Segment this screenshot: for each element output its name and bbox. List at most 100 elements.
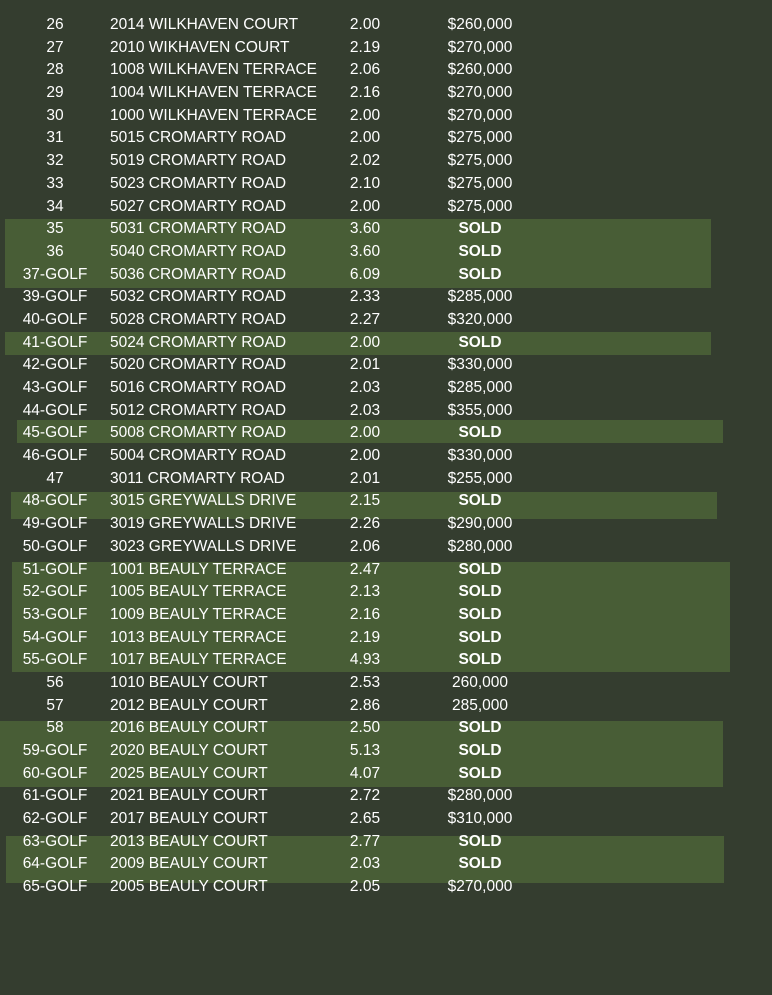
lot-acres: 2.00 [349,106,381,124]
table-row: 58 2016 BEAULY COURT 2.50 SOLD [0,717,772,740]
lot-price: SOLD [458,220,502,238]
lot-acres: 3.60 [349,242,381,260]
lot-number: 26 [46,16,64,33]
lot-address: 5004 CROMARTY ROAD [110,447,287,465]
lot-price: 285,000 [451,696,509,714]
lot-acres: 2.06 [349,537,381,555]
lot-address: 2014 WILKHAVEN COURT [110,16,299,33]
lot-acres: 2.01 [349,356,381,374]
table-row: 56 1010 BEAULY COURT 2.53 260,000 [0,672,772,695]
lot-acres: 2.03 [349,855,381,873]
table-row: 31 5015 CROMARTY ROAD 2.00 $275,000 [0,127,772,150]
lot-address: 2013 BEAULY COURT [110,832,268,850]
lot-address: 2016 BEAULY COURT [110,719,268,737]
lot-address: 3019 GREYWALLS DRIVE [110,515,297,533]
lot-price: SOLD [458,492,502,510]
lot-price: $275,000 [447,152,513,170]
lot-price: $260,000 [447,16,513,33]
lot-number: 39-GOLF [22,288,88,306]
lot-acres: 2.00 [349,197,381,215]
lot-price: $260,000 [447,61,513,79]
table-row: 55-GOLF 1017 BEAULY TERRACE 4.93 SOLD [0,649,772,672]
lot-address: 2009 BEAULY COURT [110,855,268,873]
lot-acres: 2.03 [349,379,381,396]
table-row: 46-GOLF 5004 CROMARTY ROAD 2.00 $330,000 [0,445,772,468]
lot-address: 1013 BEAULY TERRACE [110,628,287,646]
table-row: 29 1004 WILKHAVEN TERRACE 2.16 $270,000 [0,82,772,105]
lot-number: 30 [46,106,64,124]
lot-price: SOLD [458,605,502,623]
lot-acres: 3.60 [349,220,381,238]
lot-number: 58 [46,719,64,737]
lot-acres: 2.33 [349,288,381,306]
lot-price: $285,000 [447,288,513,306]
lot-acres: 2.06 [349,61,381,79]
lot-acres: 2.02 [349,152,381,170]
lot-price: $330,000 [447,356,513,374]
lot-price: SOLD [458,265,502,283]
lot-acres: 2.00 [349,447,381,465]
lot-price: $280,000 [447,787,513,805]
lot-price: $255,000 [447,469,513,487]
table-row: 43-GOLF 5016 CROMARTY ROAD 2.03 $285,000 [0,377,772,400]
lot-number: 65-GOLF [22,878,88,896]
lot-address: 2005 BEAULY COURT [110,878,268,896]
lot-number: 64-GOLF [22,855,88,873]
table-row: 62-GOLF 2017 BEAULY COURT 2.65 $310,000 [0,808,772,831]
table-row: 47 3011 CROMARTY ROAD 2.01 $255,000 [0,468,772,491]
lot-price: $355,000 [447,401,513,419]
lot-number: 59-GOLF [22,742,88,759]
lot-number: 42-GOLF [22,356,88,374]
lot-price: SOLD [458,764,502,782]
lot-number: 44-GOLF [22,401,88,419]
lot-acres: 2.05 [349,878,381,896]
lot-price: $280,000 [447,537,513,555]
table-row: 63-GOLF 2013 BEAULY COURT 2.77 SOLD [0,831,772,854]
table-row: 49-GOLF 3019 GREYWALLS DRIVE 2.26 $290,000 [0,513,772,536]
lot-acres: 2.19 [349,628,381,646]
lot-acres: 2.26 [349,515,381,533]
lot-address: 3023 GREYWALLS DRIVE [110,537,297,555]
table-row: 57 2012 BEAULY COURT 2.86 285,000 [0,695,772,718]
lot-address: 5031 CROMARTY ROAD [110,220,287,238]
lot-address: 2021 BEAULY COURT [110,787,268,805]
lot-acres: 2.00 [349,16,381,33]
lot-acres: 2.16 [349,84,381,102]
table-row: 26 2014 WILKHAVEN COURT 2.00 $260,000 [0,14,772,37]
lot-acres: 2.00 [349,333,381,351]
lot-number: 37-GOLF [22,265,88,283]
lot-acres: 4.93 [349,651,381,669]
lot-price: $270,000 [447,106,513,124]
lot-number: 61-GOLF [22,787,88,805]
lot-address: 1009 BEAULY TERRACE [110,605,287,623]
lot-number: 55-GOLF [22,651,88,669]
lot-number: 52-GOLF [22,583,88,601]
table-row: 53-GOLF 1009 BEAULY TERRACE 2.16 SOLD [0,604,772,627]
lot-address: 5024 CROMARTY ROAD [110,333,287,351]
lot-address: 1010 BEAULY COURT [110,673,268,691]
table-row: 59-GOLF 2020 BEAULY COURT 5.13 SOLD [0,740,772,763]
lot-price: $270,000 [447,84,513,102]
lot-price: SOLD [458,242,502,260]
lot-price: SOLD [458,560,502,578]
lot-acres: 2.03 [349,401,381,419]
lot-address: 5027 CROMARTY ROAD [110,197,287,215]
lot-price: SOLD [458,742,502,759]
table-row: 40-GOLF 5028 CROMARTY ROAD 2.27 $320,000 [0,309,772,332]
lot-number: 62-GOLF [22,810,88,828]
table-row: 60-GOLF 2025 BEAULY COURT 4.07 SOLD [0,763,772,786]
lot-number: 34 [46,197,64,215]
lot-number: 29 [46,84,64,102]
lot-number: 46-GOLF [22,447,88,465]
table-row: 45-GOLF 5008 CROMARTY ROAD 2.00 SOLD [0,422,772,445]
lot-acres: 5.13 [349,742,381,759]
table-row: 51-GOLF 1001 BEAULY TERRACE 2.47 SOLD [0,559,772,582]
lot-address: 5012 CROMARTY ROAD [110,401,287,419]
lot-address: 5028 CROMARTY ROAD [110,310,287,328]
lot-price: SOLD [458,719,502,737]
lot-price: SOLD [458,855,502,873]
lot-acres: 2.16 [349,605,381,623]
lot-number: 49-GOLF [22,515,88,533]
lot-number: 63-GOLF [22,832,88,850]
table-row: 34 5027 CROMARTY ROAD 2.00 $275,000 [0,196,772,219]
